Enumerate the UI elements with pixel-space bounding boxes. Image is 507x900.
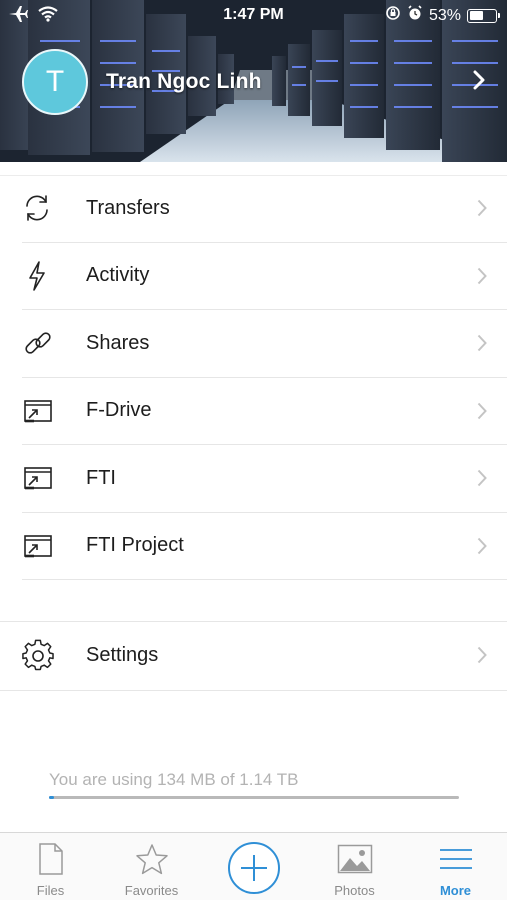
menu-item-transfers[interactable]: Transfers xyxy=(22,175,507,243)
menu-item-settings[interactable]: Settings xyxy=(22,622,507,690)
tab-label: More xyxy=(439,883,472,898)
tab-label: Files xyxy=(36,883,65,898)
storage-usage-fill xyxy=(49,796,54,799)
external-drive-icon xyxy=(22,458,74,498)
tab-label: Favorites xyxy=(124,883,179,898)
sync-icon xyxy=(22,188,74,228)
external-drive-icon xyxy=(22,391,74,431)
chevron-right-icon xyxy=(477,199,487,222)
tab-label: Photos xyxy=(334,883,375,898)
menu-label: FTI xyxy=(86,466,116,489)
user-name: Tran Ngoc Linh xyxy=(106,70,262,93)
status-bar: 1:47 PM 53% xyxy=(0,0,507,30)
menu-item-fti[interactable]: FTI xyxy=(22,445,507,513)
settings-section: Settings xyxy=(0,621,507,691)
menu-label: FTI Project xyxy=(86,534,184,557)
tab-favorites[interactable]: Favorites xyxy=(101,833,202,900)
avatar[interactable]: T xyxy=(22,49,88,115)
menu-label: Transfers xyxy=(86,196,170,219)
external-drive-icon xyxy=(22,526,74,566)
menu-item-f-drive[interactable]: F-Drive xyxy=(22,378,507,445)
menu-item-shares[interactable]: Shares xyxy=(22,310,507,378)
chevron-right-icon xyxy=(477,402,487,425)
menu-label: Settings xyxy=(86,644,159,667)
battery-percent: 53% xyxy=(428,6,461,24)
rotation-lock-icon xyxy=(385,5,401,26)
profile-header: 1:47 PM 53% T Tran Ngoc Linh xyxy=(0,0,507,162)
chevron-right-icon xyxy=(477,537,487,560)
menu-label: Activity xyxy=(86,264,150,287)
chevron-right-icon xyxy=(477,334,487,357)
chevron-right-icon xyxy=(477,469,487,492)
star-icon xyxy=(101,843,202,877)
menu-label: F-Drive xyxy=(86,399,152,422)
storage-usage-bar xyxy=(49,796,459,799)
link-icon xyxy=(22,323,74,363)
tab-more[interactable]: More xyxy=(405,833,506,900)
menu-item-fti-project[interactable]: FTI Project xyxy=(22,513,507,580)
lightning-icon xyxy=(22,256,74,296)
photo-icon xyxy=(304,843,405,877)
profile-row[interactable]: T Tran Ngoc Linh xyxy=(22,48,492,116)
alarm-icon xyxy=(407,5,423,26)
chevron-right-icon xyxy=(477,646,487,669)
menu-item-activity[interactable]: Activity xyxy=(22,243,507,310)
gear-icon xyxy=(22,636,74,676)
add-button[interactable] xyxy=(228,842,280,894)
battery-level xyxy=(469,11,483,20)
battery-icon xyxy=(467,8,500,23)
storage-usage-text: You are using 134 MB of 1.14 TB xyxy=(49,770,299,789)
tab-files[interactable]: Files xyxy=(0,833,101,900)
file-icon xyxy=(0,843,101,877)
menu-label: Shares xyxy=(86,331,150,354)
menu-icon xyxy=(405,843,506,877)
tab-photos[interactable]: Photos xyxy=(304,833,405,900)
plus-circle-icon xyxy=(230,855,278,896)
more-menu-list: Transfers Activity Shares F-Drive FTI FT… xyxy=(0,175,507,580)
chevron-right-icon[interactable] xyxy=(472,70,486,95)
chevron-right-icon xyxy=(477,267,487,290)
